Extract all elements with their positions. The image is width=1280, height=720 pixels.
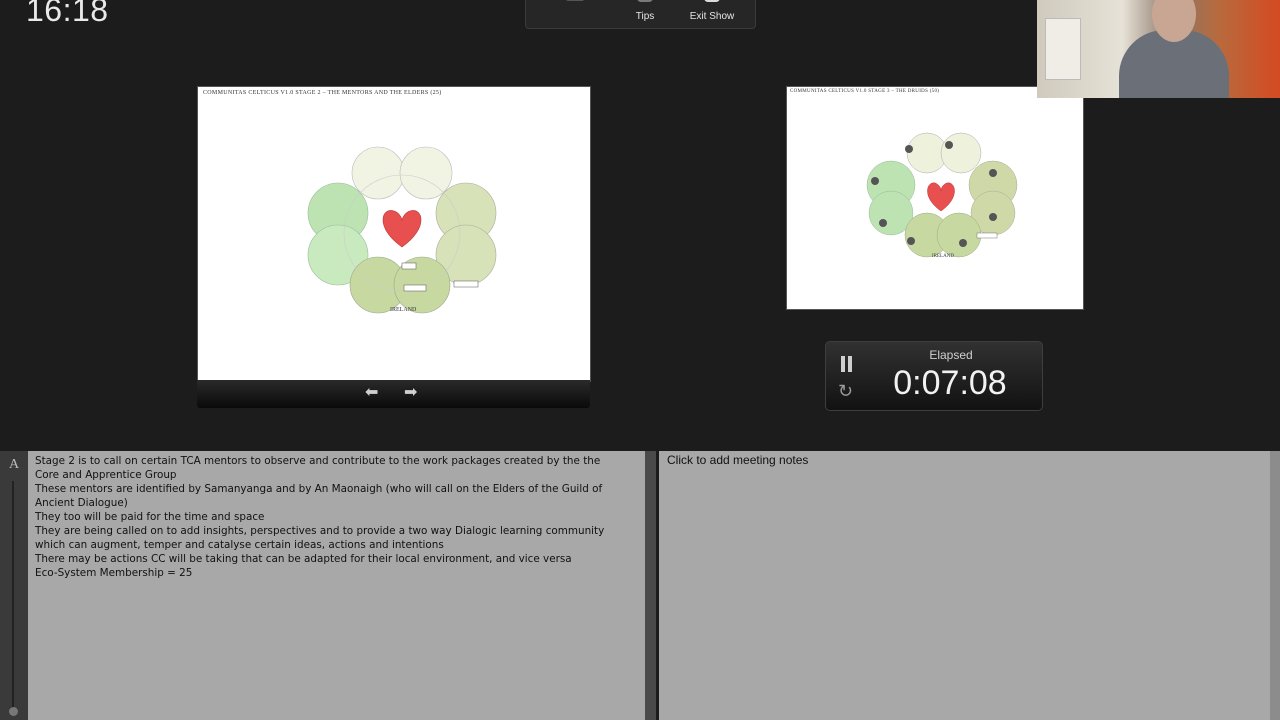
presenter-notes-scrollbar[interactable] xyxy=(645,451,656,720)
petal-top xyxy=(906,132,982,174)
webcam-background-shelf xyxy=(1045,18,1081,80)
meeting-notes-panel[interactable]: Click to add meeting notes xyxy=(659,451,1280,720)
petal-bottom xyxy=(904,212,982,258)
notes-line: They too will be paid for the time and s… xyxy=(35,511,265,523)
font-size-slider-handle[interactable] xyxy=(9,707,18,716)
presenter-toolbar: Tips Exit Show xyxy=(525,0,756,29)
tips-button[interactable]: Tips xyxy=(626,0,664,28)
toolbar-button-stub[interactable] xyxy=(566,0,584,1)
notes-line: Stage 2 is to call on certain TCA mentor… xyxy=(35,455,601,481)
tips-icon xyxy=(637,0,653,2)
notes-line: They are being called on to add insights… xyxy=(35,525,605,551)
clock: 16:18 xyxy=(26,0,109,28)
elapsed-time: 0:07:08 xyxy=(893,364,1007,402)
petal-bottom xyxy=(349,256,451,314)
current-slide-diagram: IRELAND xyxy=(307,146,497,314)
label-box xyxy=(401,262,417,270)
notes-line: There may be actions CC will be taking t… xyxy=(35,553,572,565)
meeting-notes-placeholder[interactable]: Click to add meeting notes xyxy=(667,453,808,467)
previous-slide-arrow-icon[interactable]: ⬅ xyxy=(365,385,378,401)
presenter-notes-text[interactable]: Stage 2 is to call on certain TCA mentor… xyxy=(35,454,627,580)
meeting-notes-scrollbar[interactable] xyxy=(1270,451,1280,720)
heart-shape xyxy=(927,182,955,212)
exit-show-button[interactable]: Exit Show xyxy=(683,0,741,28)
timer-label: Elapsed xyxy=(929,348,973,362)
next-slide-preview[interactable]: COMMUNITAS CELTICUS V1.0 STAGE 3 – THE D… xyxy=(786,86,1084,310)
petal-top xyxy=(351,146,453,200)
exit-icon xyxy=(704,0,720,2)
font-size-button[interactable]: A xyxy=(9,457,19,473)
notes-line: Eco-System Membership = 25 xyxy=(35,567,193,579)
current-slide[interactable]: COMMUNITAS CELTICUS V1.0 STAGE 2 – THE M… xyxy=(197,86,591,382)
timer-panel: ↻ Elapsed 0:07:08 xyxy=(825,341,1043,411)
label-box xyxy=(453,280,479,288)
next-slide-diagram: IRELAND xyxy=(866,132,1018,259)
notes-line: These mentors are identified by Samanyan… xyxy=(35,483,603,509)
label-box xyxy=(403,284,427,292)
pause-icon[interactable] xyxy=(840,356,854,372)
font-size-slider-track[interactable] xyxy=(12,481,14,711)
exit-show-label: Exit Show xyxy=(689,11,735,22)
next-slide-map-label: IRELAND xyxy=(932,254,954,259)
slide-navigation-bar: ⬅ ➡ xyxy=(197,380,590,408)
notes-gutter: A xyxy=(0,451,28,720)
next-slide-arrow-icon[interactable]: ➡ xyxy=(404,385,417,401)
reset-timer-icon[interactable]: ↻ xyxy=(838,382,853,400)
webcam-video xyxy=(1037,0,1280,98)
heart-shape xyxy=(382,210,422,248)
current-slide-map-label: IRELAND xyxy=(390,307,417,313)
tips-label: Tips xyxy=(635,11,655,22)
presenter-notes-panel[interactable]: A Stage 2 is to call on certain TCA ment… xyxy=(0,451,656,720)
label-box xyxy=(976,232,998,239)
